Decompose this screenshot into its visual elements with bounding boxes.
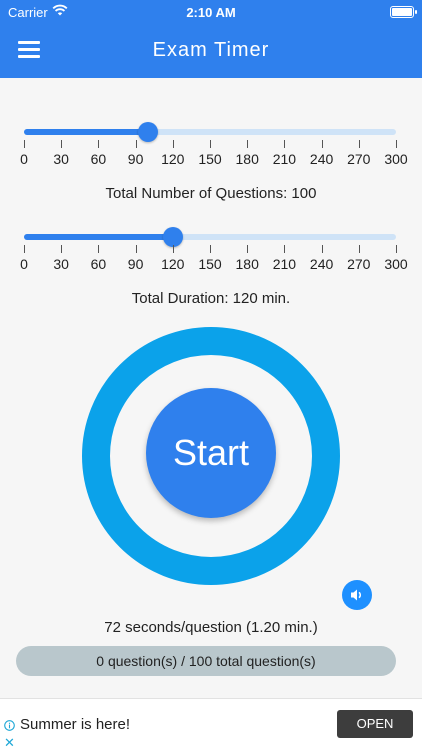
- clock: 2:10 AM: [186, 5, 236, 20]
- slider-tick: [284, 140, 286, 148]
- progress-bar: 0 question(s) / 100 total question(s): [16, 646, 396, 676]
- slider-tick: [247, 245, 249, 253]
- ad-text: Summer is here!: [20, 716, 131, 733]
- slider-tick-label: 300: [384, 256, 408, 272]
- slider-tick-label: 180: [235, 151, 259, 167]
- slider-tick: [24, 245, 25, 253]
- duration-slider[interactable]: 0 30 60 90 120 150 180 210 240 270 300: [20, 227, 408, 272]
- slider-tick-label: 60: [90, 256, 107, 272]
- slider-tick: [358, 140, 360, 148]
- speaker-icon: [351, 589, 362, 601]
- sound-button[interactable]: [342, 580, 372, 610]
- slider-tick: [210, 140, 211, 148]
- slider-active-track: [24, 234, 173, 240]
- slider-thumb[interactable]: [162, 227, 183, 247]
- slider-tick-label: 30: [53, 256, 69, 272]
- slider-tick: [172, 140, 174, 148]
- slider-tick-label: 60: [90, 151, 107, 167]
- ad-banner[interactable]: ✕ Summer is here! OPEN: [0, 698, 422, 750]
- slider-tick: [284, 245, 286, 253]
- slider-tick: [396, 245, 397, 253]
- slider-thumb[interactable]: [138, 122, 158, 142]
- slider-tick-label: 150: [198, 151, 222, 167]
- app-bar: Exam Timer: [0, 26, 422, 78]
- slider-tick: [61, 245, 63, 253]
- questions-slider[interactable]: 0 30 60 90 120 150 180 210 240 270 300: [20, 122, 408, 167]
- slider-tick: [247, 140, 249, 148]
- slider-tick: [98, 245, 100, 253]
- slider-tick-label: 30: [53, 151, 69, 167]
- slider-tick-label: 240: [309, 151, 334, 167]
- slider-tick-label: 270: [347, 151, 371, 167]
- slider-active-track: [24, 129, 148, 135]
- slider-tick: [61, 140, 63, 148]
- battery-icon: [390, 6, 417, 18]
- slider-tick-label: 120: [161, 151, 185, 167]
- rate-text: 72 seconds/question (1.20 min.): [104, 619, 318, 636]
- slider-tick-label: 150: [198, 256, 222, 272]
- slider-tick-label: 90: [127, 256, 144, 272]
- slider-tick-label: 300: [384, 151, 408, 167]
- close-icon[interactable]: ✕: [4, 735, 15, 750]
- slider-tick: [135, 140, 137, 148]
- slider-tick: [321, 245, 323, 253]
- app-title: Exam Timer: [152, 39, 270, 61]
- duration-caption: Total Duration: 120 min.: [131, 290, 291, 307]
- slider-tick-label: 120: [161, 256, 185, 272]
- slider-tick-label: 240: [309, 256, 334, 272]
- info-icon[interactable]: [4, 720, 15, 731]
- slider-tick: [396, 140, 397, 148]
- slider-tick-label: 90: [127, 151, 144, 167]
- slider-tick-label: 210: [272, 256, 297, 272]
- slider-tick: [24, 140, 25, 148]
- slider-tick: [135, 245, 137, 253]
- slider-tick: [172, 245, 174, 253]
- slider-tick: [210, 245, 211, 253]
- slider-tick: [98, 140, 100, 148]
- slider-tick-label: 0: [20, 151, 28, 167]
- ad-open-button[interactable]: OPEN: [337, 710, 413, 738]
- status-bar: Carrier 2:10 AM: [0, 0, 422, 26]
- slider-tick-label: 270: [347, 256, 371, 272]
- slider-tick-label: 0: [20, 256, 28, 272]
- start-button[interactable]: Start: [146, 388, 276, 518]
- slider-tick: [321, 140, 323, 148]
- slider-tick-label: 180: [235, 256, 259, 272]
- slider-tick-label: 210: [272, 151, 297, 167]
- questions-caption: Total Number of Questions: 100: [105, 185, 317, 202]
- slider-tick: [358, 245, 360, 253]
